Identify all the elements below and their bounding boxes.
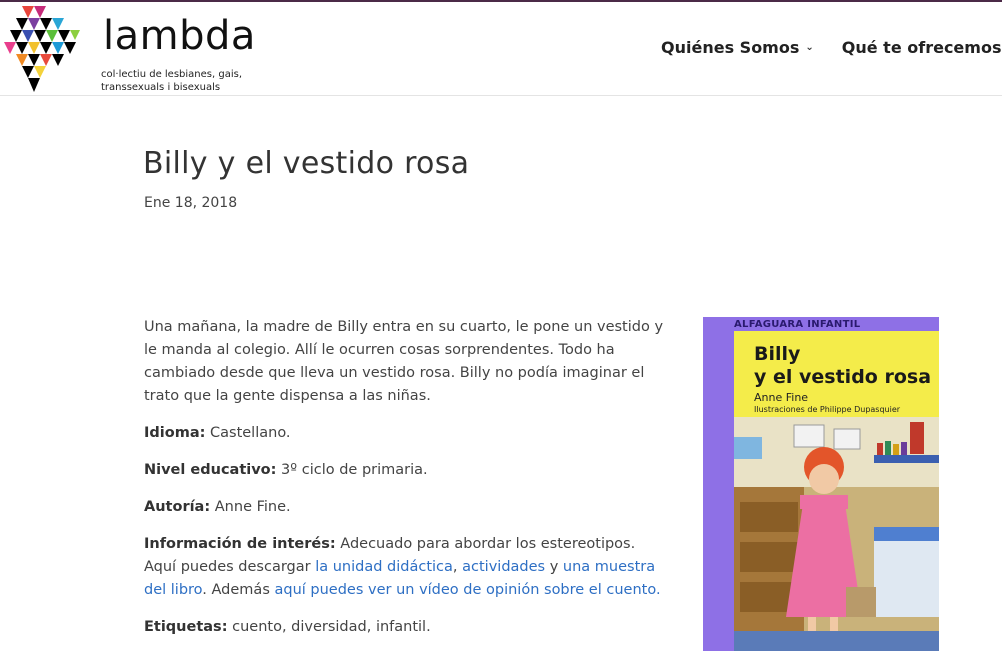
field-nivel: Nivel educativo: 3º ciclo de primaria. — [144, 462, 428, 478]
link-video-opinion[interactable]: aquí puedes ver un vídeo de opinión sobr… — [274, 582, 660, 598]
book-title-line2: y el vestido rosa — [754, 366, 932, 388]
nav-item-que-te-ofrecemos[interactable]: Qué te ofrecemos ⌄ — [842, 38, 1002, 57]
brand-name[interactable]: lambda — [103, 16, 256, 56]
post-summary: Una mañana, la madre de Billy entra en s… — [144, 319, 664, 404]
lambda-logo[interactable] — [4, 4, 82, 94]
post-content: Una mañana, la madre de Billy entra en s… — [144, 316, 664, 653]
brand-tagline: col·lectiu de lesbianes, gais, transsexu… — [101, 69, 242, 93]
site-header: lambda col·lectiu de lesbianes, gais, tr… — [0, 2, 1002, 96]
nav-item-label: Qué te ofrecemos — [841, 38, 1002, 57]
book-author: Anne Fine — [754, 391, 809, 404]
book-illustrator: Ilustraciones de Philippe Dupasquier — [754, 405, 901, 414]
book-illustration — [734, 417, 939, 651]
main-nav: Quiénes Somos ⌄ Qué te ofrecemos ⌄ — [661, 38, 1002, 57]
nav-item-quienes-somos[interactable]: Quiénes Somos ⌄ — [661, 38, 814, 57]
chevron-down-icon: ⌄ — [805, 42, 814, 53]
book-title-line1: Billy — [754, 343, 801, 365]
link-unidad-didactica[interactable]: la unidad didáctica — [315, 559, 453, 575]
link-actividades[interactable]: actividades — [462, 559, 545, 575]
field-info: Información de interés: Adecuado para ab… — [144, 536, 661, 598]
nav-item-label: Quiénes Somos — [661, 38, 800, 57]
field-etiquetas: Etiquetas: cuento, diversidad, infantil. — [144, 619, 431, 635]
field-autoria: Autoría: Anne Fine. — [144, 499, 291, 515]
field-idioma: Idioma: Castellano. — [144, 425, 291, 441]
post-title: Billy y el vestido rosa — [143, 146, 470, 181]
book-publisher: ALFAGUARA INFANTIL — [734, 319, 861, 330]
post-date: Ene 18, 2018 — [144, 195, 238, 211]
book-cover-image: ALFAGUARA INFANTIL Billy y el vestido ro… — [703, 317, 939, 651]
